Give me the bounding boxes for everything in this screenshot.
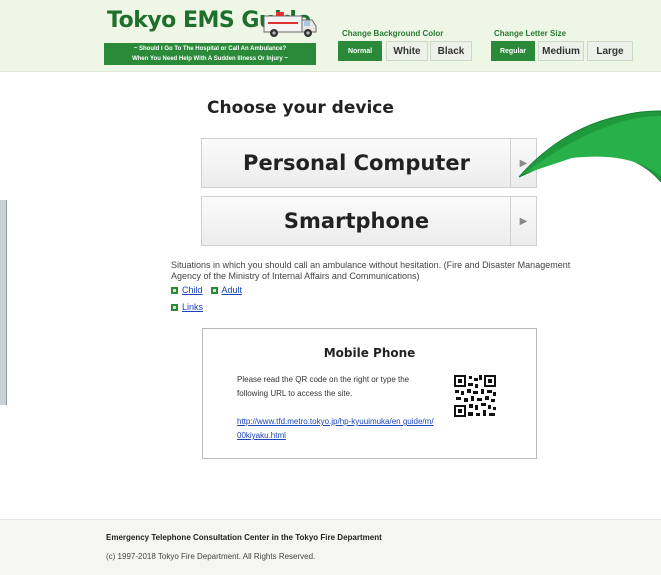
tagline-line-2: When You Need Help With A Sudden Illness… xyxy=(132,56,288,62)
mobile-site-url-link[interactable]: http://www.tfd.metro.tokyo.jp/hp-kyuuimu… xyxy=(237,415,437,443)
child-link[interactable]: Child xyxy=(182,285,203,295)
age-links-row: Child Adult xyxy=(171,285,250,295)
personal-computer-label: Personal Computer xyxy=(243,151,470,175)
bg-black-button[interactable]: Black xyxy=(430,41,472,61)
speech-bubble-callout xyxy=(518,110,661,182)
situations-text: Situations in which you should call an a… xyxy=(171,260,571,281)
mobile-phone-panel: Mobile Phone Please read the QR code on … xyxy=(202,328,537,459)
ambulance-icon xyxy=(263,12,317,37)
bg-white-button[interactable]: White xyxy=(386,41,428,61)
links-link[interactable]: Links xyxy=(182,302,203,312)
background-color-label: Change Background Color xyxy=(342,29,444,38)
bullet-icon xyxy=(171,286,178,294)
smartphone-button[interactable]: Smartphone ▶ xyxy=(201,196,537,246)
adult-link[interactable]: Adult xyxy=(222,285,243,295)
arrow-right-icon: ▶ xyxy=(510,197,536,245)
size-regular-button[interactable]: Regular xyxy=(491,41,535,61)
tagline-line-1: ~ Should I Go To The Hospital or Call An… xyxy=(133,46,287,52)
letter-size-label: Change Letter Size xyxy=(494,29,567,38)
links-row: Links xyxy=(171,302,211,312)
page-heading: Choose your device xyxy=(207,98,394,118)
size-medium-button[interactable]: Medium xyxy=(538,41,584,61)
left-edge-panel xyxy=(0,200,7,405)
smartphone-label: Smartphone xyxy=(283,209,430,233)
personal-computer-button[interactable]: Personal Computer ▶ xyxy=(201,138,537,188)
bg-normal-button[interactable]: Normal xyxy=(338,41,382,61)
footer-copyright: (c) 1997-2018 Tokyo Fire Department. All… xyxy=(106,552,316,561)
site-tagline: ~ Should I Go To The Hospital or Call An… xyxy=(104,43,316,65)
bullet-icon xyxy=(171,303,178,311)
footer-center-name: Emergency Telephone Consultation Center … xyxy=(106,533,382,542)
mobile-phone-description: Please read the QR code on the right or … xyxy=(237,375,410,398)
site-header: Tokyo EMS Guide ~ Should I Go To The Hos… xyxy=(0,0,661,72)
bullet-icon xyxy=(210,286,218,294)
mobile-phone-title: Mobile Phone xyxy=(323,346,416,360)
site-footer: Emergency Telephone Consultation Center … xyxy=(0,519,661,575)
size-large-button[interactable]: Large xyxy=(587,41,633,61)
qr-code-icon xyxy=(453,374,497,418)
